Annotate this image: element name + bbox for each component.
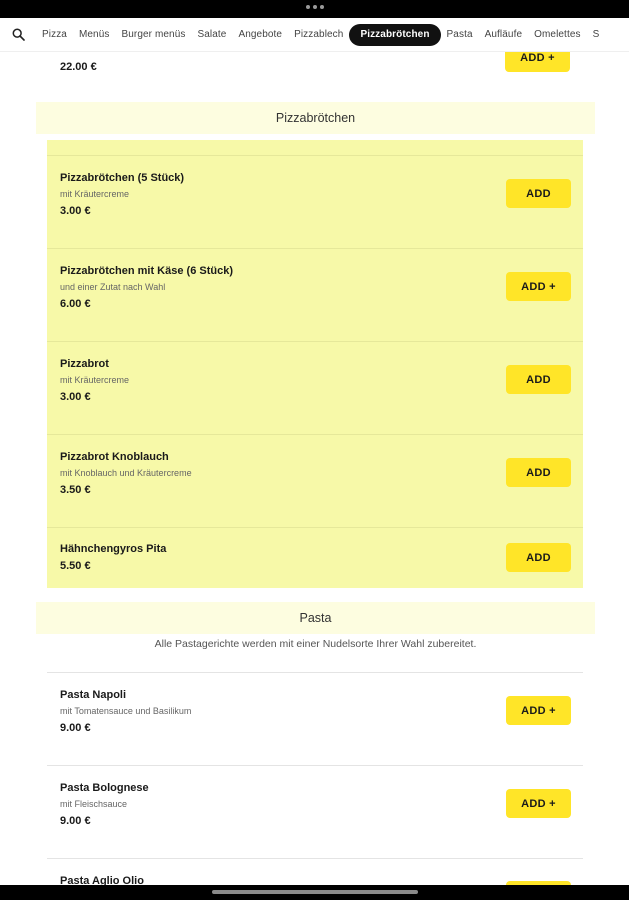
tab-salate[interactable]: Salate [191, 25, 232, 45]
item-price: 3.00 € [60, 391, 91, 403]
menu-item[interactable]: Hähnchengyros Pita 5.50 € ADD [47, 527, 583, 588]
add-button[interactable]: ADD [506, 179, 571, 208]
menu-content: 22.00 € ADD + Pizzabrötchen Pizzabrötche… [0, 52, 629, 888]
tab-burger-menus[interactable]: Burger menüs [115, 25, 191, 45]
item-description: mit Kräutercreme [60, 189, 130, 199]
tab-pizzabroetchen[interactable]: Pizzabrötchen [349, 23, 441, 46]
item-description: mit Tomatensauce und Basilikum [60, 706, 192, 716]
search-icon [12, 28, 25, 41]
item-name: Pizzabrötchen (5 Stück) [60, 172, 185, 184]
status-dots [305, 5, 324, 9]
item-price: 6.00 € [60, 298, 91, 310]
item-name: Pizzabrot [60, 358, 109, 370]
item-price: 5.50 € [60, 560, 91, 572]
tab-pasta[interactable]: Pasta [441, 25, 479, 45]
menu-item[interactable]: Pizzabrötchen (5 Stück) mit Kräutercreme… [47, 155, 583, 248]
item-description: und einer Zutat nach Wahl [60, 282, 166, 292]
item-name: Pizzabrot Knoblauch [60, 451, 169, 463]
tab-pizzablech[interactable]: Pizzablech [288, 25, 349, 45]
tab-pizza[interactable]: Pizza [36, 25, 73, 45]
item-name: Pasta Napoli [60, 689, 127, 701]
add-button[interactable]: ADD [506, 458, 571, 487]
menu-item[interactable]: Pizzabrot mit Kräutercreme 3.00 € ADD [47, 341, 583, 434]
add-button[interactable]: ADD [506, 543, 571, 572]
category-tabs: Pizza Menüs Burger menüs Salate Angebote… [36, 23, 606, 46]
menu-item[interactable]: Pasta Napoli mit Tomatensauce und Basili… [47, 672, 583, 765]
tab-cut-off[interactable]: S [587, 25, 606, 45]
tab-angebote[interactable]: Angebote [232, 25, 288, 45]
previous-item: 22.00 € ADD + [0, 52, 629, 92]
section-header-pizzabroetchen: Pizzabrötchen [36, 102, 595, 134]
search-button[interactable] [0, 18, 36, 51]
add-button[interactable]: ADD [506, 365, 571, 394]
section-note-pasta: Alle Pastagerichte werden mit einer Nude… [154, 638, 477, 650]
menu-item[interactable]: Pizzabrot Knoblauch mit Knoblauch und Kr… [47, 434, 583, 527]
item-name: Hähnchengyros Pita [60, 543, 167, 555]
menu-item[interactable]: Pizzabrötchen mit Käse (6 Stück) und ein… [47, 248, 583, 341]
home-bar [0, 885, 629, 900]
item-description: mit Knoblauch und Kräutercreme [60, 468, 192, 478]
item-description: mit Fleischsauce [60, 799, 128, 809]
menu-item[interactable]: Pasta Bolognese mit Fleischsauce 9.00 € … [47, 765, 583, 858]
menu-item[interactable]: Pasta Aglio Olio [47, 858, 583, 888]
item-price: 9.00 € [60, 815, 91, 827]
section-items-pizzabroetchen: Pizzabrötchen (5 Stück) mit Kräutercreme… [47, 140, 583, 588]
add-button[interactable]: ADD + [506, 696, 571, 725]
item-name: Pasta Bolognese [60, 782, 149, 794]
tab-omelettes[interactable]: Omelettes [528, 25, 586, 45]
section-header-pasta: Pasta [36, 602, 595, 634]
add-button[interactable]: ADD + [505, 52, 570, 72]
add-button[interactable]: ADD + [506, 789, 571, 818]
item-name: Pizzabrötchen mit Käse (6 Stück) [60, 265, 233, 277]
tab-auflaeufe[interactable]: Aufläufe [479, 25, 529, 45]
item-price: 9.00 € [60, 722, 91, 734]
home-indicator[interactable] [211, 890, 418, 894]
section-items-pasta: Pasta Napoli mit Tomatensauce und Basili… [47, 672, 583, 888]
item-description: mit Kräutercreme [60, 375, 130, 385]
item-price: 22.00 € [60, 61, 97, 73]
item-price: 3.00 € [60, 205, 91, 217]
tab-menus[interactable]: Menüs [73, 25, 116, 45]
category-nav: Pizza Menüs Burger menüs Salate Angebote… [0, 18, 629, 52]
item-price: 3.50 € [60, 484, 91, 496]
status-bar [0, 0, 629, 18]
add-button[interactable]: ADD + [506, 272, 571, 301]
